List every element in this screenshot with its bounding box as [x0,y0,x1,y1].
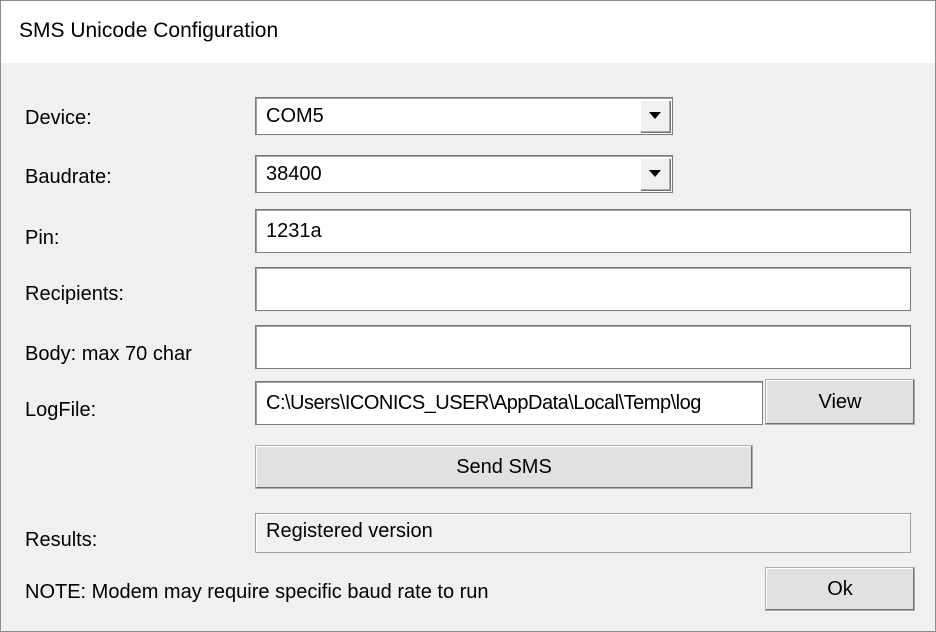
device-label: Device: [25,107,92,129]
results-label: Results: [25,529,98,551]
pin-label: Pin: [25,227,60,249]
logfile-value: C:\Users\ICONICS_USER\AppData\Local\Temp… [266,392,701,414]
device-select[interactable]: COM5 [255,97,673,135]
baudrate-value: 38400 [266,163,322,185]
baudrate-select[interactable]: 38400 [255,155,673,193]
pin-input[interactable]: 1231a [255,209,911,253]
baudrate-label: Baudrate: [25,166,112,188]
results-field: Registered version [255,513,911,553]
body-label: Body: max 70 char [25,343,192,365]
device-value: COM5 [266,105,324,127]
dialog-window: SMS Unicode Configuration Device: COM5 B… [0,0,936,632]
baudrate-dropdown-button[interactable] [640,158,670,190]
view-button[interactable]: View [765,379,915,425]
chevron-down-icon [649,112,661,119]
ok-button[interactable]: Ok [765,567,915,611]
logfile-label: LogFile: [25,399,97,421]
recipients-label: Recipients: [25,283,124,305]
device-dropdown-button[interactable] [640,100,670,132]
body-input[interactable] [255,325,911,369]
chevron-down-icon [649,170,661,177]
pin-value: 1231a [266,220,322,242]
logfile-input[interactable]: C:\Users\ICONICS_USER\AppData\Local\Temp… [255,381,763,425]
results-value: Registered version [266,520,433,542]
send-sms-button[interactable]: Send SMS [255,445,753,489]
title-bar: SMS Unicode Configuration [1,1,935,63]
note-text: NOTE: Modem may require specific baud ra… [25,581,489,603]
window-title: SMS Unicode Configuration [19,19,279,42]
recipients-input[interactable] [255,267,911,311]
